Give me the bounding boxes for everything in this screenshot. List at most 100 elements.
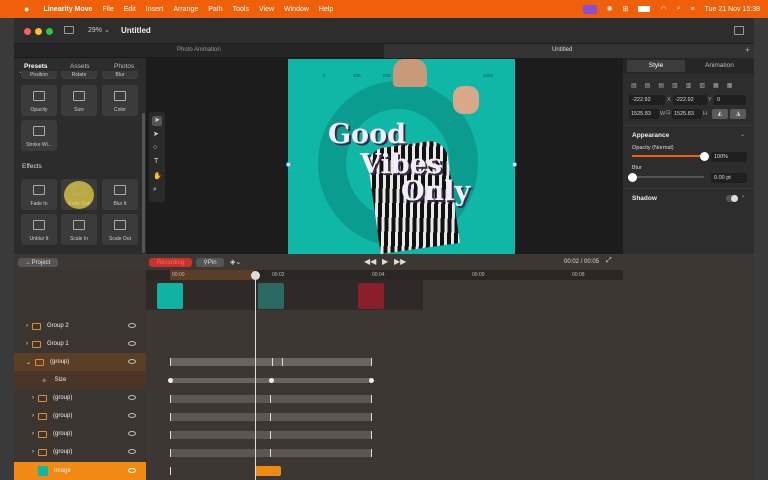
opacity-slider-thumb[interactable] <box>700 152 709 161</box>
shadow-toggle[interactable] <box>726 195 738 202</box>
keyframe[interactable] <box>272 358 273 366</box>
thumbnail-frame[interactable] <box>157 283 183 309</box>
eye-icon[interactable] <box>128 431 136 436</box>
control-center-icon[interactable]: ≡ <box>691 6 695 13</box>
layer-row[interactable]: › (group) <box>14 443 146 461</box>
shadow-expand-icon[interactable]: › <box>742 194 744 200</box>
apple-icon[interactable]: ● <box>24 4 29 14</box>
tab-style[interactable]: Style <box>627 60 685 72</box>
keyframe[interactable] <box>270 395 271 403</box>
timeline-ruler[interactable]: 00:00 00:02 00:04 00:09 00:08 <box>146 270 623 280</box>
keyframe[interactable] <box>170 395 171 403</box>
align-top-icon[interactable]: ▥ <box>672 83 686 89</box>
effect-fade-in[interactable]: Fade In <box>21 179 57 210</box>
zoom-tool-icon[interactable]: ⌕ <box>153 186 157 194</box>
preset-blur[interactable]: Blur <box>102 71 138 79</box>
layer-row-selected[interactable]: ⌄ (group) <box>14 353 146 371</box>
keyframe[interactable] <box>371 431 372 439</box>
thumbnail-frame[interactable] <box>258 283 284 309</box>
flip-vertical-button[interactable]: ◮ <box>730 109 746 119</box>
preset-color[interactable]: Color <box>102 85 138 116</box>
effect-scale-out[interactable]: Scale Out <box>102 214 138 245</box>
opacity-mode-select[interactable]: Opacity (Normal) <box>632 145 674 151</box>
close-button[interactable] <box>24 28 31 35</box>
distribute-v-icon[interactable]: ▦ <box>727 83 741 89</box>
preset-rotate[interactable]: Rotate <box>61 71 97 79</box>
add-panel-icon[interactable] <box>734 26 744 35</box>
h-field[interactable]: 1525.83 <box>672 109 702 119</box>
add-tab-icon[interactable]: + <box>745 45 750 55</box>
distribute-icon[interactable]: ▦ <box>713 83 727 89</box>
track-group[interactable] <box>170 431 372 439</box>
resize-handle-right[interactable] <box>512 162 517 167</box>
menu-tools[interactable]: Tools <box>233 6 249 13</box>
keyframe-dot[interactable] <box>269 378 274 383</box>
blur-slider-track[interactable] <box>632 176 704 178</box>
direct-select-icon[interactable]: ➤ <box>153 130 159 138</box>
eye-icon[interactable] <box>128 341 136 346</box>
sidebar-toggle-icon[interactable] <box>64 26 74 34</box>
extension-icon[interactable]: ⊞ <box>623 5 629 13</box>
keyframe-dot[interactable] <box>369 378 374 383</box>
lock-ratio-icon[interactable]: ⊡ <box>666 110 671 116</box>
menu-file[interactable]: File <box>102 6 113 13</box>
align-middle-icon[interactable]: ▥ <box>686 83 700 89</box>
search-icon[interactable]: ⌕ <box>677 5 681 13</box>
keyframe[interactable] <box>170 449 171 457</box>
zoom-button[interactable] <box>46 28 53 35</box>
tab-photo-animation[interactable]: Photo Animation <box>177 47 221 53</box>
pin-button[interactable]: ⚲ Pin <box>196 258 224 267</box>
eye-icon[interactable] <box>128 413 136 418</box>
track-group[interactable] <box>170 449 372 457</box>
eye-icon[interactable] <box>128 395 136 400</box>
project-button[interactable]: ← Project <box>18 258 58 267</box>
menu-help[interactable]: Help <box>319 6 333 13</box>
effect-blur-it[interactable]: Blur It <box>102 179 138 210</box>
thumbnail-frame[interactable] <box>358 283 384 309</box>
rewind-icon[interactable]: ◀◀ <box>364 257 376 266</box>
angle-field[interactable]: 0 <box>714 95 746 105</box>
menu-insert[interactable]: Insert <box>146 6 164 13</box>
keyframe[interactable] <box>282 358 283 366</box>
text-tool-icon[interactable]: T <box>154 158 158 165</box>
select-tool-icon[interactable]: ➤ <box>152 116 162 126</box>
keyframe[interactable] <box>170 431 171 439</box>
preset-stroke-width[interactable]: Stroke Wi... <box>21 120 57 151</box>
preset-position[interactable]: Position <box>21 71 57 79</box>
eye-icon[interactable] <box>128 359 136 364</box>
panel-scrollbar[interactable] <box>142 113 145 253</box>
property-row[interactable]: ◈ Size <box>14 371 146 389</box>
align-right-icon[interactable]: ▤ <box>658 83 672 89</box>
y-field[interactable]: -222.92 <box>673 95 707 105</box>
align-center-icon[interactable]: ▤ <box>645 83 659 89</box>
blur-slider-thumb[interactable] <box>628 173 637 182</box>
keyframe[interactable] <box>371 413 372 421</box>
menu-edit[interactable]: Edit <box>124 6 136 13</box>
wifi-icon[interactable]: ◠ <box>660 5 666 13</box>
image-clip[interactable] <box>255 466 281 476</box>
clock[interactable]: Tue 21 Nov 15:38 <box>705 6 760 13</box>
effect-unblur-it[interactable]: Unblur It <box>21 214 57 245</box>
effect-scale-in[interactable]: Scale In <box>61 214 97 245</box>
keyframe-dot[interactable] <box>168 378 173 383</box>
keyframe[interactable] <box>371 395 372 403</box>
artboard[interactable]: 0 200 600 1080 Good Vibes Only <box>288 59 515 254</box>
keyframe[interactable] <box>170 358 171 366</box>
keyframe[interactable] <box>270 413 271 421</box>
layer-row[interactable]: › Group 2 <box>14 317 146 335</box>
track-group[interactable] <box>170 395 372 403</box>
fast-forward-icon[interactable]: ▶▶ <box>394 257 406 266</box>
layer-row[interactable]: › (group) <box>14 425 146 443</box>
keyframe[interactable] <box>371 358 372 366</box>
tab-assets[interactable]: Assets <box>70 63 90 70</box>
layer-row-image[interactable]: Image <box>14 462 146 480</box>
opacity-field[interactable]: 100% <box>711 152 747 162</box>
appearance-collapse-icon[interactable]: ⌄ <box>740 131 745 138</box>
eye-icon[interactable] <box>128 449 136 454</box>
layer-row[interactable]: › (group) <box>14 407 146 425</box>
shape-tool-icon[interactable]: ○ <box>153 144 157 151</box>
record-button[interactable]: Recording <box>149 258 192 267</box>
layer-row[interactable]: › Group 1 <box>14 335 146 353</box>
tab-presets[interactable]: Presets <box>24 63 48 70</box>
expand-timeline-icon[interactable]: ⤢ <box>606 257 612 265</box>
